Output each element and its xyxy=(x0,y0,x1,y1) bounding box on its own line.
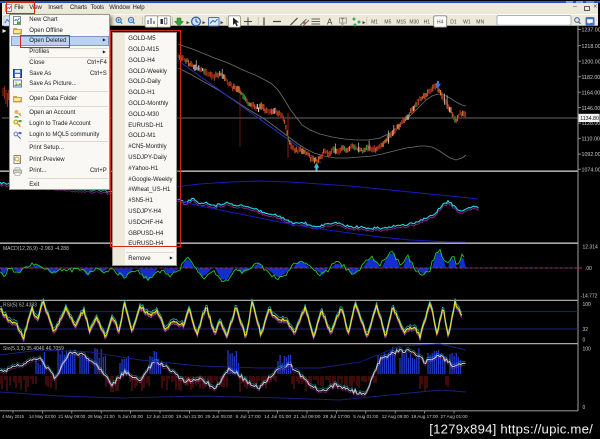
svg-text:28 Jul 17:00: 28 Jul 17:00 xyxy=(323,414,350,420)
svg-text:6 Jul 17:00: 6 Jul 17:00 xyxy=(236,414,261,420)
svg-text:H4: H4 xyxy=(437,19,444,25)
svg-text:D1: D1 xyxy=(450,19,457,25)
svg-text:-14.772: -14.772 xyxy=(581,294,598,300)
svg-text:4 May 2015: 4 May 2015 xyxy=(2,414,24,420)
svg-text:14 Jul 01:00: 14 Jul 01:00 xyxy=(264,414,291,420)
svg-text:1092.00: 1092.00 xyxy=(582,152,600,158)
svg-text:0: 0 xyxy=(583,405,586,411)
svg-text:[1279x894] https://upic.me/: [1279x894] https://upic.me/ xyxy=(429,422,593,437)
svg-text:1182.00: 1182.00 xyxy=(582,75,600,81)
svg-text:1074.00: 1074.00 xyxy=(582,167,600,173)
svg-text:MN: MN xyxy=(476,19,484,25)
svg-text:H1: H1 xyxy=(424,19,431,25)
svg-text:14 May 03:00: 14 May 03:00 xyxy=(29,414,56,420)
svg-text:RSI(5) 62.4383: RSI(5) 62.4383 xyxy=(3,303,37,309)
svg-text:M1: M1 xyxy=(371,19,378,25)
svg-text:19 Jun 21:00: 19 Jun 21:00 xyxy=(176,414,203,420)
svg-text:M30: M30 xyxy=(409,19,419,25)
svg-text:12 Aug 09:00: 12 Aug 09:00 xyxy=(382,414,409,420)
svg-text:29 Jun 05:00: 29 Jun 05:00 xyxy=(205,414,232,420)
svg-text:5 Aug 01:00: 5 Aug 01:00 xyxy=(353,414,378,420)
svg-text:28 May 21:00: 28 May 21:00 xyxy=(88,414,115,420)
svg-text:T: T xyxy=(341,18,344,24)
svg-text:MACD(12,26,9) -2.963 -4.288: MACD(12,26,9) -2.963 -4.288 xyxy=(3,246,69,252)
svg-text:21 Jul 09:00: 21 Jul 09:00 xyxy=(294,414,321,420)
svg-text:27 Aug 01:00: 27 Aug 01:00 xyxy=(441,414,468,420)
svg-text:1218.00: 1218.00 xyxy=(582,44,600,50)
svg-text:A: A xyxy=(327,17,333,26)
svg-text:12.314: 12.314 xyxy=(583,245,599,251)
svg-text:Sto(5,3,3) 35.4046 46.7059: Sto(5,3,3) 35.4046 46.7059 xyxy=(3,346,64,352)
svg-text:1200.00: 1200.00 xyxy=(582,59,600,65)
svg-text:32: 32 xyxy=(583,327,589,333)
svg-text:M5: M5 xyxy=(384,19,391,25)
svg-text:100: 100 xyxy=(583,347,592,353)
svg-text:W1: W1 xyxy=(463,19,471,25)
svg-text:21 May 09:00: 21 May 09:00 xyxy=(58,414,85,420)
svg-text:.00: .00 xyxy=(585,266,592,272)
svg-text:12 Jun 13:00: 12 Jun 13:00 xyxy=(147,414,174,420)
svg-text:1237.00: 1237.00 xyxy=(582,28,600,34)
svg-text:5 Jun 05:00: 5 Jun 05:00 xyxy=(118,414,143,420)
svg-text:1146.00: 1146.00 xyxy=(582,106,600,112)
svg-text:1164.00: 1164.00 xyxy=(582,90,600,96)
svg-text:0: 0 xyxy=(583,338,586,344)
svg-text:19 Aug 17:00: 19 Aug 17:00 xyxy=(411,414,438,420)
svg-text:100: 100 xyxy=(583,302,592,308)
svg-text:1134.80: 1134.80 xyxy=(580,116,599,122)
svg-text:1110.00: 1110.00 xyxy=(582,136,600,142)
svg-text:M15: M15 xyxy=(396,19,406,25)
